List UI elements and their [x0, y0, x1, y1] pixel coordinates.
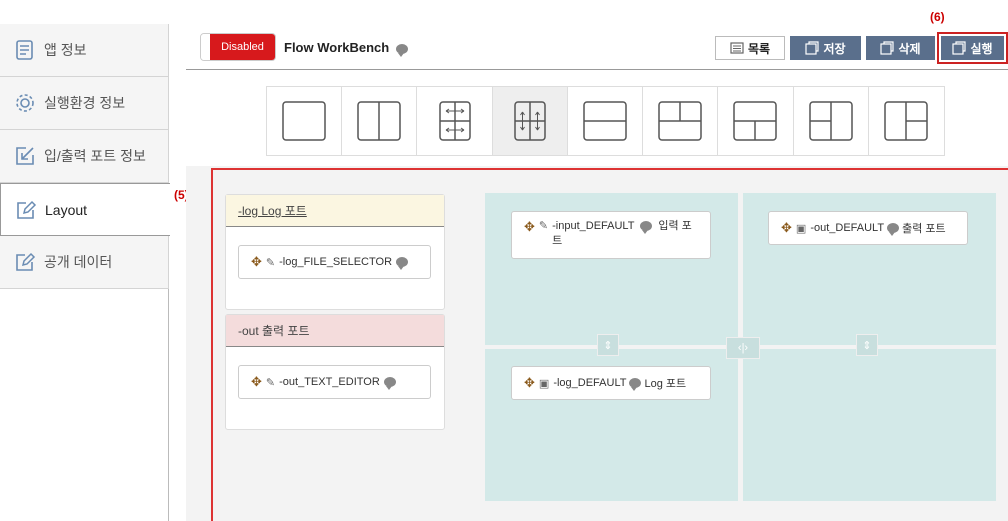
image-icon[interactable]: ▣: [539, 377, 549, 390]
row-resize-handle-left[interactable]: ⇕: [597, 334, 619, 356]
image-icon[interactable]: ▣: [796, 222, 806, 235]
sidebar-item-label: 입/출력 포트 정보: [44, 148, 146, 164]
gear-icon: [14, 92, 36, 114]
port-item-label: -input_DEFAULT 입력 포 트: [552, 219, 692, 249]
edit-icon[interactable]: ✎: [266, 376, 275, 389]
row-resize-handle-right[interactable]: ⇕: [856, 334, 878, 356]
run-button[interactable]: 실행: [941, 36, 1004, 60]
layout-option-grid-v[interactable]: [492, 87, 568, 155]
port-item-name: -input_DEFAULT: [552, 220, 635, 232]
move-icon[interactable]: ✥: [524, 375, 535, 391]
toggle-label: Disabled: [210, 34, 275, 60]
log-file-selector-item[interactable]: ✥ ✎ -log_FILE_SELECTOR: [238, 245, 431, 279]
right-split-icon: [884, 101, 929, 141]
two-row-two-column-v-icon: [514, 101, 546, 141]
resize-horizontal-icon: ‹|›: [737, 342, 749, 354]
two-row-icon: [583, 101, 627, 141]
run-icon: [952, 41, 967, 55]
move-icon[interactable]: ✥: [251, 254, 262, 270]
move-icon[interactable]: ✥: [781, 220, 792, 236]
log-port-title[interactable]: -log Log 포트: [238, 202, 307, 219]
sidebar-item-label: Layout: [45, 201, 88, 218]
list-icon: [730, 42, 744, 54]
port-item-label: -out_TEXT_EDITOR: [279, 376, 380, 388]
bottom-split-icon: [733, 101, 778, 141]
run-button-label: 실행: [970, 41, 993, 56]
sidebar: 앱 정보 실행환경 정보 입/출력 포트 정보 Layout 공개 데이터: [0, 24, 170, 521]
edit-icon: [14, 251, 36, 273]
resize-vertical-icon: ⇕: [603, 339, 613, 352]
port-item-name: -out_DEFAULT: [810, 222, 885, 234]
port-item-label: -log_FILE_SELECTOR: [279, 256, 393, 268]
import-icon: [14, 145, 36, 167]
sidebar-item-label: 공개 데이터: [44, 254, 113, 270]
sidebar-item-label: 앱 정보: [44, 42, 87, 58]
page-title-text: Flow WorkBench: [284, 40, 390, 55]
layout-option-left-split[interactable]: [794, 87, 869, 155]
layout-selector: [266, 86, 945, 156]
layout-option-grid-h[interactable]: [417, 87, 493, 155]
top-split-icon: [658, 101, 702, 141]
out-port-title[interactable]: -out 출력 포트: [238, 322, 310, 339]
header-toolbar: Disabled Flow WorkBench 목록 저장 삭제 실행: [186, 28, 1008, 70]
sidebar-item-public-data[interactable]: 공개 데이터: [0, 236, 169, 289]
layout-option-right-split[interactable]: [869, 87, 944, 155]
grid-cell-bottom-right: [743, 349, 996, 501]
help-icon[interactable]: [629, 378, 642, 391]
port-item-type: 입력 포: [658, 220, 692, 232]
port-item-type-wrap: 트: [552, 235, 563, 247]
run-button-highlight: 실행: [937, 32, 1008, 64]
layout-option-bottom-split[interactable]: [718, 87, 794, 155]
input-default-item[interactable]: ✥ ✎ -input_DEFAULT 입력 포 트: [511, 211, 711, 259]
layout-option-single[interactable]: [267, 87, 343, 155]
page-title: Flow WorkBench: [284, 40, 408, 57]
out-port-header: -out 출력 포트: [226, 315, 444, 347]
column-resize-handle[interactable]: ‹|›: [726, 337, 760, 359]
sidebar-item-io-ports[interactable]: 입/출력 포트 정보: [0, 130, 169, 183]
enabled-toggle[interactable]: Disabled: [200, 33, 276, 61]
sidebar-item-runtime-info[interactable]: 실행환경 정보: [0, 77, 169, 130]
list-button[interactable]: 목록: [715, 36, 785, 60]
save-icon: [805, 41, 820, 55]
log-port-header: -log Log 포트: [226, 195, 444, 227]
help-icon[interactable]: [395, 43, 408, 57]
single-pane-icon: [282, 101, 326, 141]
out-text-editor-item[interactable]: ✥ ✎ -out_TEXT_EDITOR: [238, 365, 431, 399]
out-default-item[interactable]: ✥ ▣ -out_DEFAULT 출력 포트: [768, 211, 968, 245]
resize-vertical-icon: ⇕: [862, 339, 872, 352]
move-icon[interactable]: ✥: [251, 374, 262, 390]
edit-icon[interactable]: ✎: [266, 256, 275, 269]
layout-option-top-split[interactable]: [643, 87, 719, 155]
edit-icon[interactable]: ✎: [539, 219, 548, 234]
port-item-type: Log 포트: [644, 378, 687, 390]
log-default-item[interactable]: ✥ ▣ -log_DEFAULT Log 포트: [511, 366, 711, 400]
delete-button[interactable]: 삭제: [866, 36, 935, 60]
layout-option-two-column[interactable]: [342, 87, 418, 155]
left-split-icon: [808, 101, 853, 141]
delete-button-label: 삭제: [898, 41, 921, 56]
help-icon[interactable]: [383, 377, 396, 390]
sidebar-item-layout[interactable]: Layout: [0, 183, 170, 236]
help-icon[interactable]: [640, 221, 653, 235]
help-icon[interactable]: [396, 257, 409, 270]
port-item-name: -log_DEFAULT: [553, 377, 627, 389]
save-button-label: 저장: [823, 41, 846, 56]
port-item-type: 출력 포트: [902, 223, 946, 235]
delete-icon: [880, 41, 895, 55]
sidebar-item-app-info[interactable]: 앱 정보: [0, 24, 169, 77]
help-icon[interactable]: [887, 223, 900, 236]
annotation-marker-6: (6): [930, 10, 945, 24]
sidebar-item-label: 실행환경 정보: [44, 95, 126, 111]
two-column-icon: [357, 101, 402, 141]
edit-icon: [15, 199, 37, 221]
list-button-label: 목록: [747, 41, 771, 56]
document-list-icon: [14, 39, 36, 61]
layout-option-two-row[interactable]: [568, 87, 644, 155]
move-icon[interactable]: ✥: [524, 219, 535, 234]
save-button[interactable]: 저장: [790, 36, 861, 60]
two-row-two-column-h-icon: [438, 101, 471, 141]
